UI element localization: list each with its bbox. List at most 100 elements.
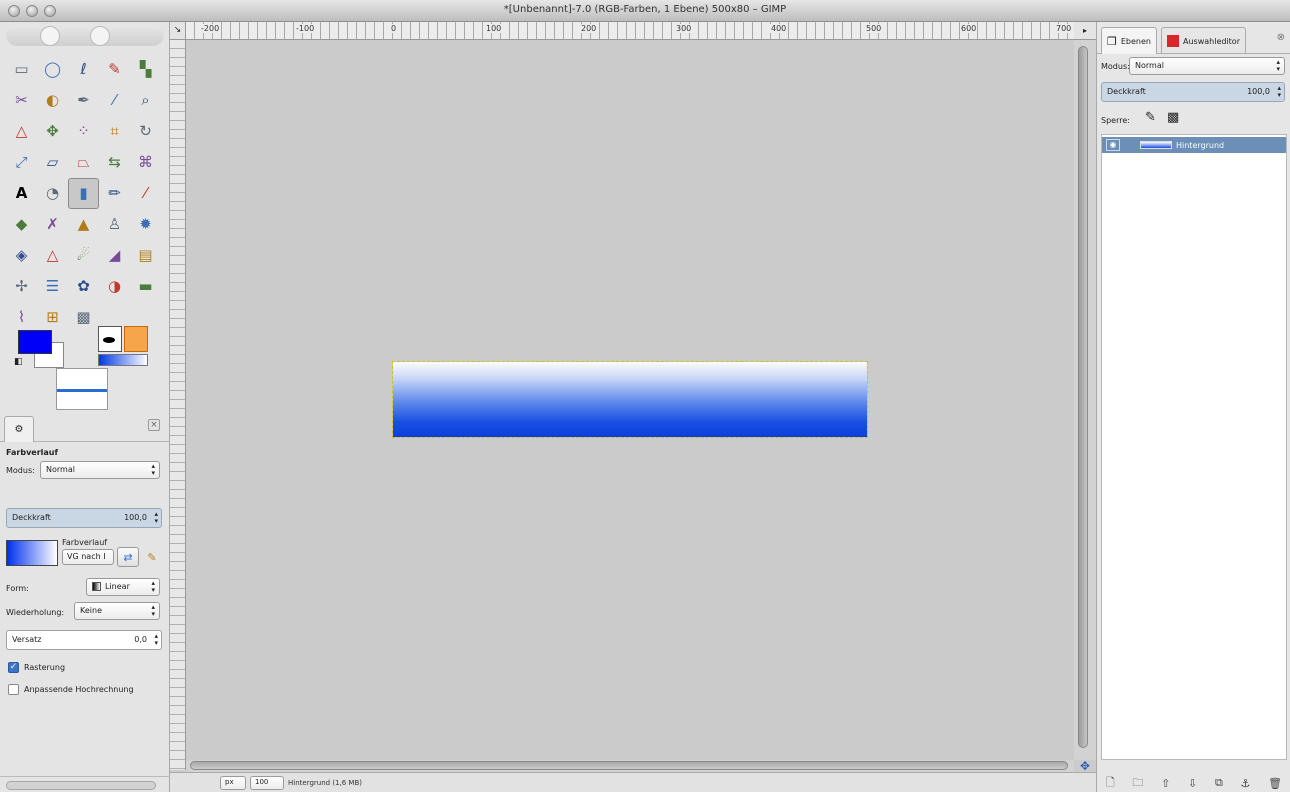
gradient-image[interactable] [392, 361, 868, 438]
threshold-tool-button[interactable]: ▬ [130, 271, 161, 302]
fg-bg-color-area[interactable]: ◧ [14, 326, 70, 372]
color-picker-tool-button[interactable]: ⁄ [99, 85, 130, 116]
free-select-tool-button[interactable]: ℓ [68, 54, 99, 85]
bucket-fill-tool-button[interactable]: ◔ [37, 178, 68, 209]
horizontal-scroll-thumb[interactable] [190, 761, 1068, 770]
raise-layer-icon[interactable]: ⇧ [1161, 777, 1170, 790]
airbrush-tool-button[interactable]: ✗ [37, 209, 68, 240]
hue-saturation-icon: ✢ [15, 277, 28, 295]
rotate-tool-button[interactable]: ↻ [130, 116, 161, 147]
reverse-gradient-button[interactable]: ⇄ [117, 547, 139, 567]
layer-deckkraft-spin[interactable]: Deckkraft 100,0 ▴ ▾ [1101, 82, 1285, 102]
text-tool-button[interactable]: A [6, 178, 37, 209]
horizontal-ruler[interactable]: -200 -100 0 100 200 300 400 500 600 700 [186, 22, 1074, 40]
horizontal-scrollbar[interactable] [186, 760, 1074, 772]
colorize-tool-button[interactable]: ✿ [68, 271, 99, 302]
vertical-scroll-thumb[interactable] [1078, 46, 1088, 748]
delete-layer-icon[interactable]: 🗑 [1268, 777, 1282, 790]
ruler-label: -100 [295, 24, 316, 33]
foreground-color-swatch[interactable] [18, 330, 52, 354]
form-combo[interactable]: Linear ▴ ▾ [86, 578, 160, 596]
tool-options-tab[interactable]: ⚙ [4, 416, 34, 442]
rasterung-checkbox[interactable]: ✓ [8, 662, 19, 673]
layer-modus-combo[interactable]: Normal ▴ ▾ [1129, 57, 1285, 75]
layer-name[interactable]: Hintergrund [1176, 141, 1224, 150]
tab-ebenen[interactable]: ❐ Ebenen [1101, 27, 1157, 54]
navigate-icon[interactable]: ✥ [1074, 760, 1096, 772]
pattern-preview[interactable] [124, 326, 148, 352]
gimp-window: *[Unbenannt]-7.0 (RGB-Farben, 1 Ebene) 5… [0, 0, 1290, 792]
blur-tool-button[interactable]: △ [37, 240, 68, 271]
blend-tool-button[interactable]: ▮ [68, 178, 99, 209]
gradient-map-tool-button[interactable]: ▩ [68, 302, 99, 333]
rect-select-tool-button[interactable]: ▭ [6, 54, 37, 85]
heal-tool-button[interactable]: ✹ [130, 209, 161, 240]
close-icon[interactable]: ⊗ [1277, 32, 1285, 43]
active-image-preview[interactable] [56, 368, 108, 410]
contrast-tool-button[interactable]: ◑ [99, 271, 130, 302]
rasterung-checkbox-row[interactable]: ✓ Rasterung [8, 662, 65, 673]
new-layer-group-icon[interactable]: 🗀 [1132, 774, 1143, 792]
perspective-clone-tool-button[interactable]: ◈ [6, 240, 37, 271]
brush-preview[interactable] [98, 326, 122, 352]
versatz-spin[interactable]: Versatz 0,0 ▴ ▾ [6, 630, 162, 650]
dodge-burn-tool-button[interactable]: ◢ [99, 240, 130, 271]
close-icon[interactable]: × [148, 419, 160, 431]
scale-tool-button[interactable]: ⤢ [6, 147, 37, 178]
lower-layer-icon[interactable]: ⇩ [1188, 777, 1197, 790]
cage-transform-tool-button[interactable]: ⌘ [130, 147, 161, 178]
gradient-preview-button[interactable] [6, 540, 58, 566]
tab-auswahleditor[interactable]: Auswahleditor [1161, 27, 1246, 54]
duplicate-layer-icon[interactable]: ⧉ [1215, 776, 1223, 790]
crop-tool-button[interactable]: ⌗ [99, 116, 130, 147]
move-tool-button[interactable]: ✥ [37, 116, 68, 147]
fuzzy-select-tool-button[interactable]: ✎ [99, 54, 130, 85]
lock-pixels-icon[interactable]: ✎ [1145, 110, 1156, 125]
perspective-tool-button[interactable]: ⏢ [68, 147, 99, 178]
anchor-layer-icon[interactable]: ⚓ [1241, 777, 1251, 790]
modus-combo[interactable]: Normal ▴ ▾ [40, 461, 160, 479]
anpassende-checkbox-row[interactable]: Anpassende Hochrechnung [8, 684, 134, 695]
vertical-scrollbar[interactable] [1074, 40, 1096, 760]
layer-row[interactable]: ◉ Hintergrund [1102, 137, 1286, 153]
edit-gradient-button[interactable]: ✎ [143, 547, 161, 567]
hue-saturation-tool-button[interactable]: ✢ [6, 271, 37, 302]
anpassende-checkbox[interactable] [8, 684, 19, 695]
shear-tool-button[interactable]: ▱ [37, 147, 68, 178]
color-balance-tool-button[interactable]: ▤ [130, 240, 161, 271]
eye-icon[interactable]: ◉ [1106, 139, 1120, 151]
image-menu-button[interactable]: ▸ [1074, 22, 1096, 40]
eraser-tool-button[interactable]: ◆ [6, 209, 37, 240]
new-layer-icon[interactable]: 🗋 [1106, 774, 1115, 792]
align-tool-button[interactable]: ⁘ [68, 116, 99, 147]
smudge-icon: ☄ [76, 246, 91, 264]
scissors-select-tool-button[interactable]: ✂ [6, 85, 37, 116]
smudge-tool-button[interactable]: ☄ [68, 240, 99, 271]
paintbrush-tool-button[interactable]: ⁄ [130, 178, 161, 209]
default-colors-icon[interactable]: ◧ [14, 357, 23, 367]
wiederholung-combo[interactable]: Keine ▴ ▾ [74, 602, 160, 620]
vertical-ruler[interactable] [170, 40, 186, 770]
flip-tool-button[interactable]: ⇆ [99, 147, 130, 178]
gradient-preview[interactable] [98, 354, 148, 366]
toolbox-scrollbar[interactable] [6, 781, 156, 790]
ink-tool-button[interactable]: ▲ [68, 209, 99, 240]
farbverlauf-name-field[interactable]: VG nach I [62, 549, 114, 565]
deckkraft-spin[interactable]: Deckkraft 100,0 ▴ ▾ [6, 508, 162, 528]
paths-tool-button[interactable]: ✒ [68, 85, 99, 116]
levels-tool-button[interactable]: ☰ [37, 271, 68, 302]
modus-value: Normal [46, 465, 75, 474]
ellipse-select-tool-button[interactable]: ◯ [37, 54, 68, 85]
zoom-combo[interactable]: 100 [250, 776, 284, 790]
pencil-tool-button[interactable]: ✏ [99, 178, 130, 209]
clone-tool-button[interactable]: ♙ [99, 209, 130, 240]
foreground-select-tool-button[interactable]: ◐ [37, 85, 68, 116]
unit-combo[interactable]: px [220, 776, 246, 790]
lock-alpha-icon[interactable]: ▩ [1167, 110, 1179, 125]
measure-tool-button[interactable]: △ [6, 116, 37, 147]
zoom-tool-button[interactable]: ⌕ [130, 85, 161, 116]
layer-thumbnail [1140, 141, 1172, 149]
canvas-area[interactable] [186, 40, 1074, 760]
ruler-corner[interactable]: ↘ [170, 22, 186, 40]
color-select-tool-button[interactable]: ▚ [130, 54, 161, 85]
